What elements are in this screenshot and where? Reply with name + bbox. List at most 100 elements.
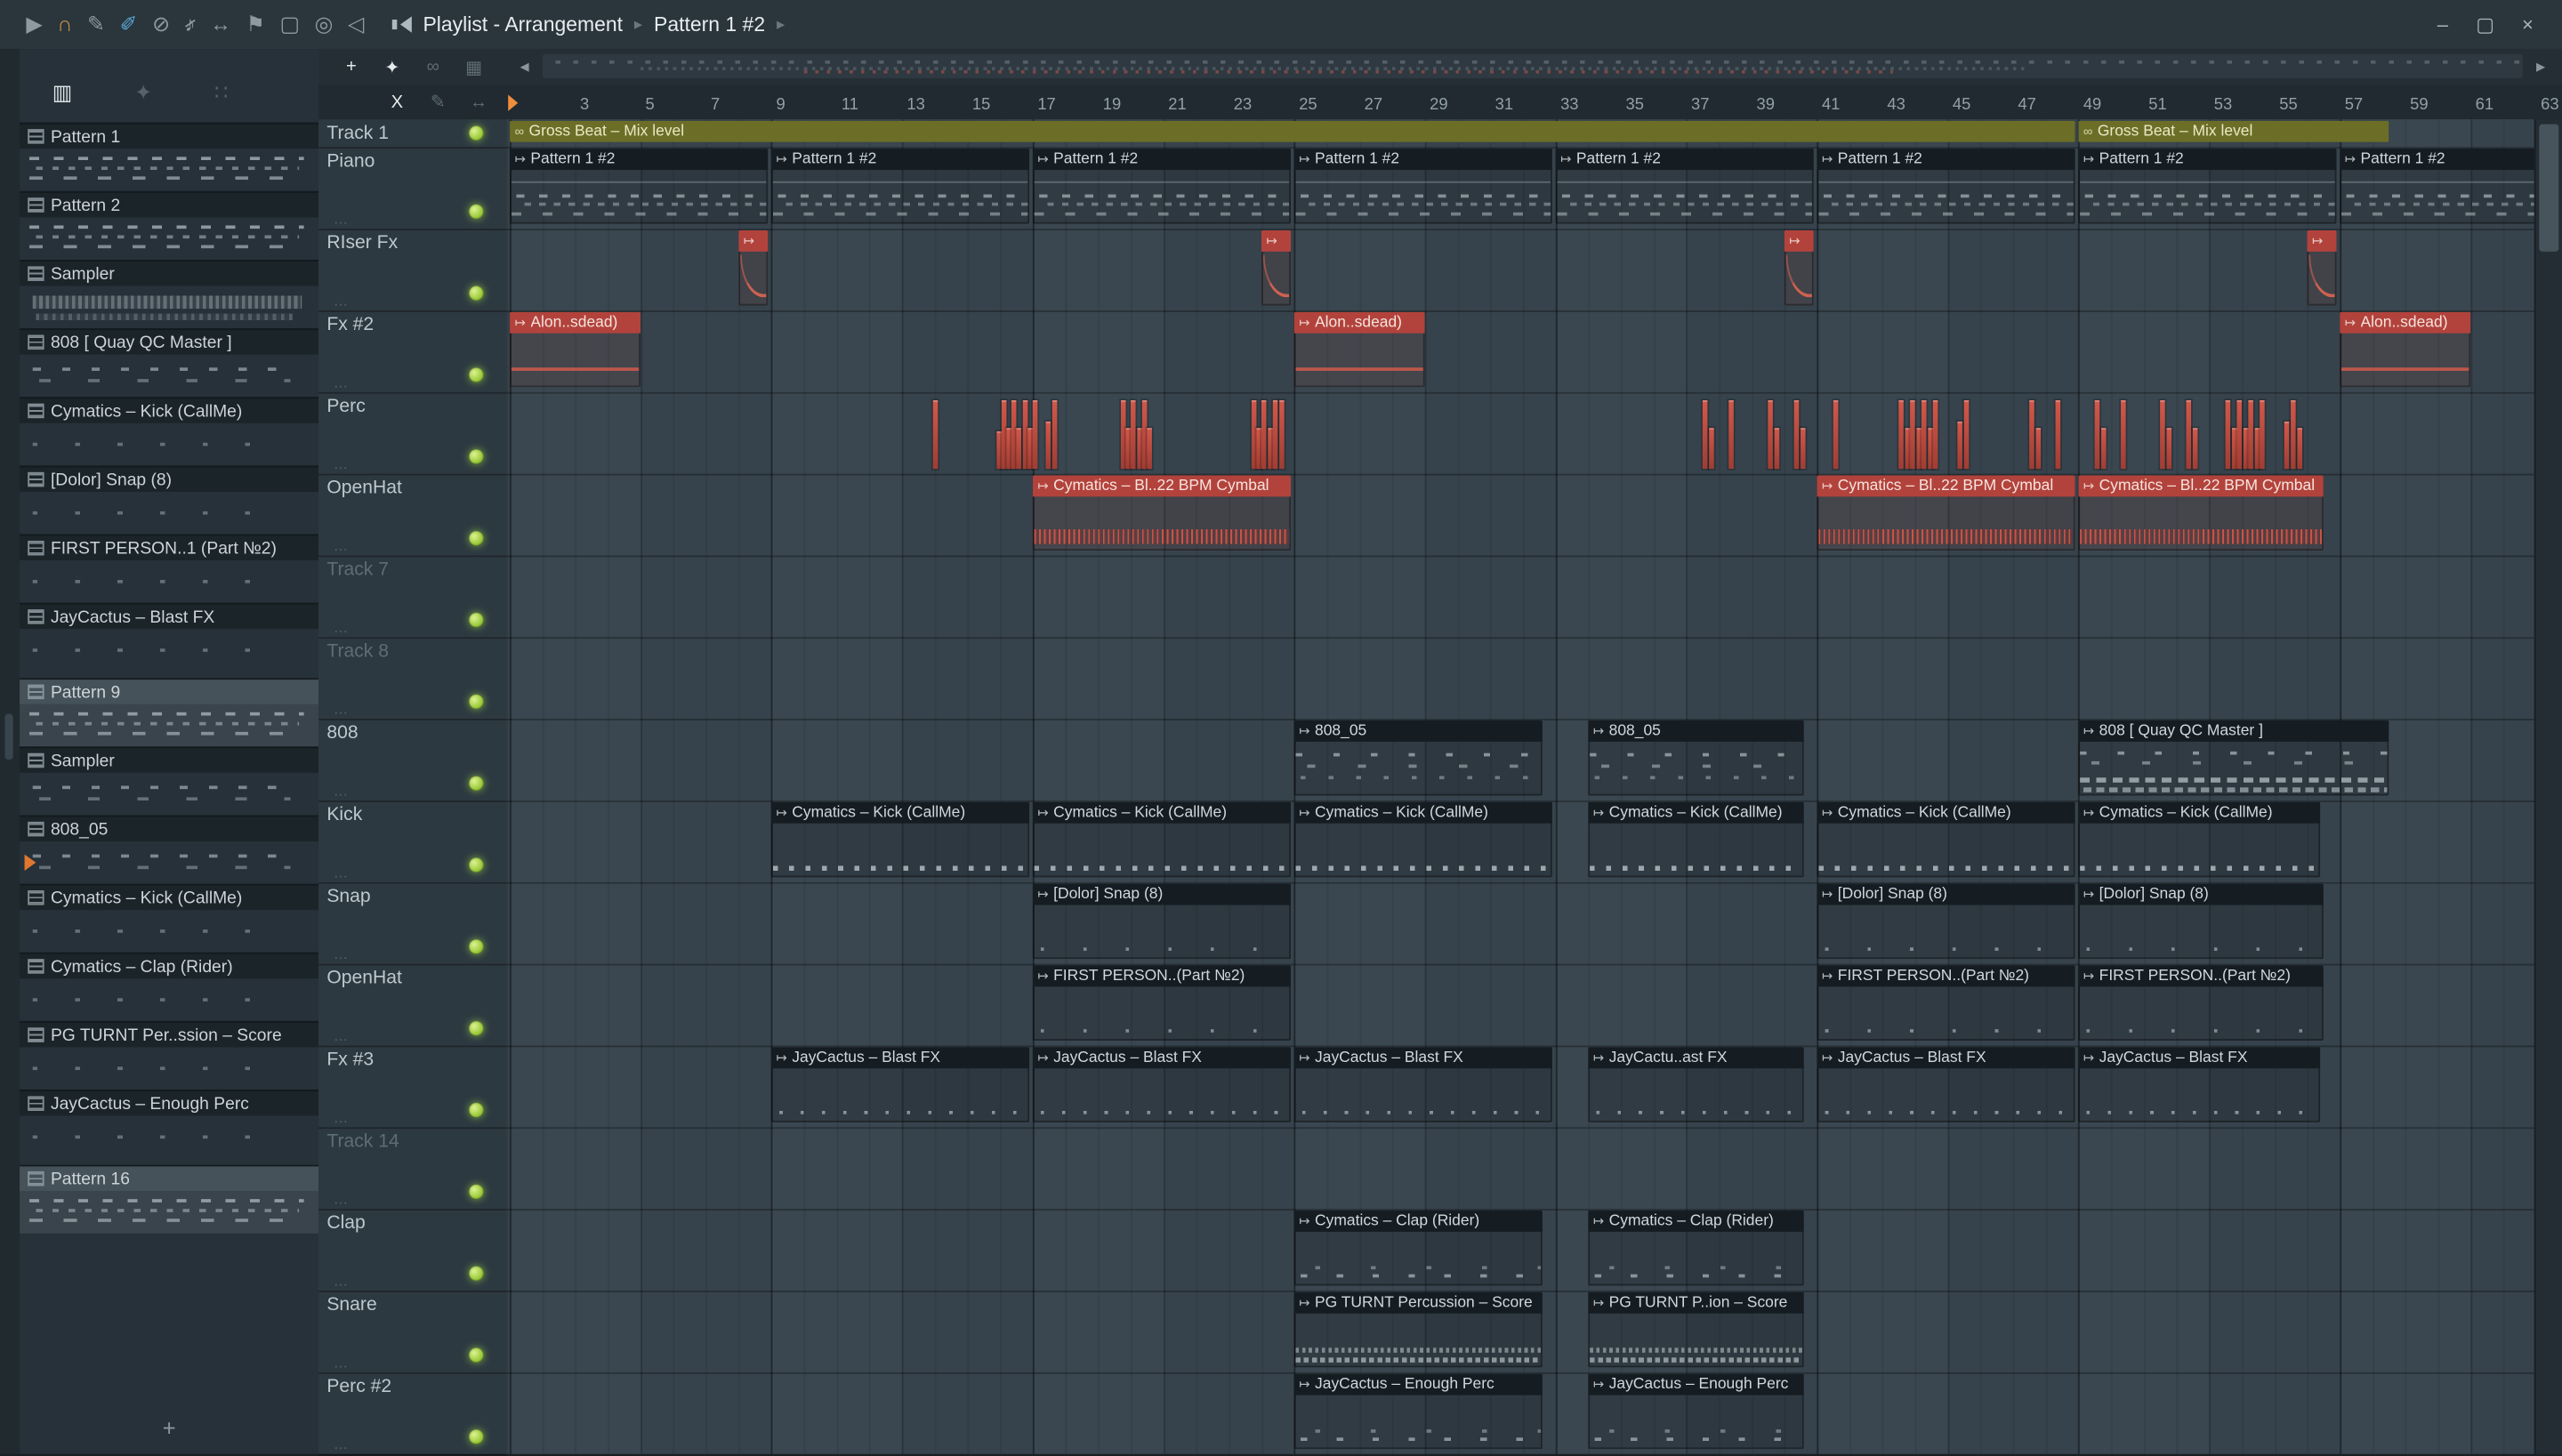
audio-slice-clip[interactable] — [2231, 428, 2236, 470]
playback-marker-icon[interactable]: ⚑ — [246, 0, 265, 49]
track-mute-led[interactable] — [469, 286, 484, 301]
magnet-snap-icon[interactable]: ∩ — [57, 0, 72, 49]
audio-slice-clip[interactable] — [2291, 399, 2296, 470]
audio-slice-clip[interactable] — [1773, 428, 1779, 470]
grid-row[interactable]: ↦ Cymatics – Kick (CallMe) ↦ Cymatics – Kic… — [506, 800, 2536, 884]
audio-slice-clip[interactable] — [1147, 428, 1152, 470]
track-header[interactable]: Piano… — [318, 147, 507, 230]
pattern-label[interactable]: Pattern 16 — [20, 1164, 319, 1191]
audio-slice-clip[interactable] — [2186, 399, 2192, 470]
pattern-clip[interactable]: ↦ Pattern 1 #2 — [1032, 149, 1292, 224]
audio-slice-clip[interactable] — [2055, 399, 2061, 470]
pattern-clip[interactable]: ↦ Cymatics – Clap (Rider) — [1293, 1211, 1543, 1286]
pattern-label[interactable]: Cymatics – Kick (CallMe) — [20, 397, 319, 423]
audio-slice-clip[interactable] — [2260, 399, 2265, 470]
grid-row[interactable] — [506, 392, 2536, 476]
pattern-clip[interactable]: ↦ Pattern 1 #2 — [1817, 149, 2075, 224]
track-mute-led[interactable] — [469, 367, 484, 382]
audio-slice-clip[interactable] — [1279, 399, 1285, 470]
zoom-tool-icon[interactable]: ◎ — [315, 0, 334, 49]
pattern-clip[interactable]: ↦ PG TURNT Percussion – Score — [1293, 1291, 1543, 1368]
pattern-label[interactable]: Pattern 1 — [20, 122, 319, 149]
audio-clip[interactable]: ↦ Alon..sdead) — [510, 311, 640, 388]
audio-slice-clip[interactable] — [2284, 421, 2290, 470]
pattern-clip[interactable]: ↦ PG TURNT P..ion – Score — [1588, 1291, 1804, 1368]
grid-view-icon[interactable]: ▦ — [461, 56, 487, 77]
audio-slice-clip[interactable] — [1833, 399, 1839, 470]
star-icon[interactable]: ✦ — [134, 80, 152, 106]
track-mute-led[interactable] — [469, 939, 484, 954]
audio-slice-clip[interactable] — [2100, 428, 2106, 470]
pattern-label[interactable]: JayCactus – Enough Perc — [20, 1090, 319, 1116]
audio-slice-clip[interactable] — [1910, 399, 1915, 470]
pattern-item[interactable]: Cymatics – Kick (CallMe) — [20, 883, 319, 953]
audio-slice-clip[interactable] — [2225, 399, 2231, 470]
audio-slice-clip[interactable] — [1963, 399, 1970, 470]
track-mute-led[interactable] — [469, 1266, 484, 1281]
pattern-clip[interactable]: ↦ Cymatics – Kick (CallMe) — [1817, 801, 2075, 878]
grid-row[interactable] — [506, 555, 2536, 640]
pattern-clip[interactable]: ↦ JayCactus – Blast FX — [770, 1047, 1030, 1122]
track-header[interactable]: 808… — [318, 719, 507, 802]
link-icon[interactable]: ∞ — [420, 57, 446, 76]
audio-slice-clip[interactable] — [1032, 399, 1038, 470]
draw-tool-icon[interactable]: ✎ — [87, 0, 105, 49]
track-mute-led[interactable] — [469, 530, 484, 546]
pattern-label[interactable]: Pattern 2 — [20, 190, 319, 218]
mute-tool-icon[interactable]: ♪ — [185, 0, 196, 49]
grid-row[interactable]: ↦ JayCactus – Enough Perc ↦ JayCactus – Eno… — [506, 1372, 2536, 1454]
audio-slice-clip[interactable] — [1261, 399, 1267, 470]
grid-row[interactable]: ↦ [Dolor] Snap (8) ↦ [Dolor] Snap (8) ↦ [Dolo… — [506, 882, 2536, 966]
track-mute-led[interactable] — [469, 1347, 484, 1363]
pattern-clip[interactable]: ↦ JayCactus – Blast FX — [2078, 1047, 2321, 1122]
timeline-ruler[interactable]: 3 5 7 9 11 13 15 17 19 21 23 25 27 29 31 33 35 37 39 41 43 45… — [506, 85, 2562, 120]
pattern-clip[interactable]: ↦ JayCactus – Blast FX — [1293, 1047, 1552, 1122]
grid-row[interactable]: ↦ PG TURNT Percussion – Score ↦ PG TURNT P.… — [506, 1291, 2536, 1374]
track-header[interactable]: Track 8… — [318, 637, 507, 720]
pattern-clip[interactable]: ↦ Cymatics – Kick (CallMe) — [1293, 801, 1552, 878]
track-header[interactable]: Track 1… — [318, 119, 507, 149]
track-mute-led[interactable] — [469, 1102, 484, 1118]
track-header[interactable]: Track 7… — [318, 555, 507, 640]
track-mute-led[interactable] — [469, 449, 484, 464]
pattern-clip[interactable]: ↦ [Dolor] Snap (8) — [1817, 883, 2075, 960]
track-header[interactable]: Snap… — [318, 882, 507, 966]
swap-icon[interactable]: ↔ — [465, 93, 491, 112]
minimize-button[interactable]: – — [2425, 6, 2461, 42]
audio-slice-clip[interactable] — [1927, 428, 1933, 470]
pattern-clip[interactable]: ↦ Cymatics – Kick (CallMe) — [2078, 801, 2321, 878]
track-header[interactable]: OpenHat… — [318, 474, 507, 558]
audio-slice-clip[interactable] — [1267, 428, 1273, 470]
pattern-item[interactable]: Sampler — [20, 746, 319, 816]
pattern-clip[interactable]: ↦ FIRST PERSON..(Part №2) — [1032, 965, 1292, 1041]
audio-slice-clip[interactable] — [932, 399, 939, 470]
maximize-button[interactable]: ▢ — [2467, 6, 2502, 42]
add-pattern-button[interactable]: + — [20, 1415, 318, 1441]
audio-slice-clip[interactable] — [1793, 399, 1800, 470]
slip-tool-icon[interactable]: ↔ — [210, 0, 231, 49]
audio-slice-clip[interactable] — [1272, 399, 1278, 470]
add-button[interactable]: + — [338, 57, 364, 76]
grid-row[interactable]: ∞ Gross Beat – Mix level ∞ Gross Beat – Mix… — [506, 119, 2536, 149]
grid-row[interactable] — [506, 637, 2536, 720]
paint-tool-icon[interactable]: ✐ — [120, 0, 138, 49]
track-mute-led[interactable] — [469, 612, 484, 628]
cut-tool-button[interactable]: X — [384, 93, 410, 112]
track-mute-led[interactable] — [469, 694, 484, 710]
audio-slice-clip[interactable] — [1921, 399, 1927, 470]
audio-slice-clip[interactable] — [1768, 399, 1773, 470]
track-header[interactable]: Perc #2… — [318, 1372, 507, 1456]
audio-slice-clip[interactable] — [1801, 428, 1806, 470]
grid-row[interactable]: ↦ ↦ ↦ ↦ — [506, 229, 2536, 312]
pattern-label[interactable]: 808 [ Quay QC Master ] — [20, 328, 319, 355]
vertical-scrollbar-thumb[interactable] — [2539, 124, 2559, 252]
pattern-item[interactable]: Pattern 2 — [20, 190, 319, 261]
track-mute-led[interactable] — [469, 776, 484, 791]
pattern-item[interactable]: Pattern 1 — [20, 122, 319, 191]
audio-slice-clip[interactable] — [2121, 399, 2126, 470]
dock-handle[interactable] — [4, 713, 13, 760]
select-tool-icon[interactable]: ▢ — [279, 0, 300, 49]
more-options-icon[interactable]: ∷ — [214, 80, 228, 106]
audio-clip[interactable]: ↦ — [2307, 229, 2337, 306]
audio-slice-clip[interactable] — [1957, 421, 1962, 470]
